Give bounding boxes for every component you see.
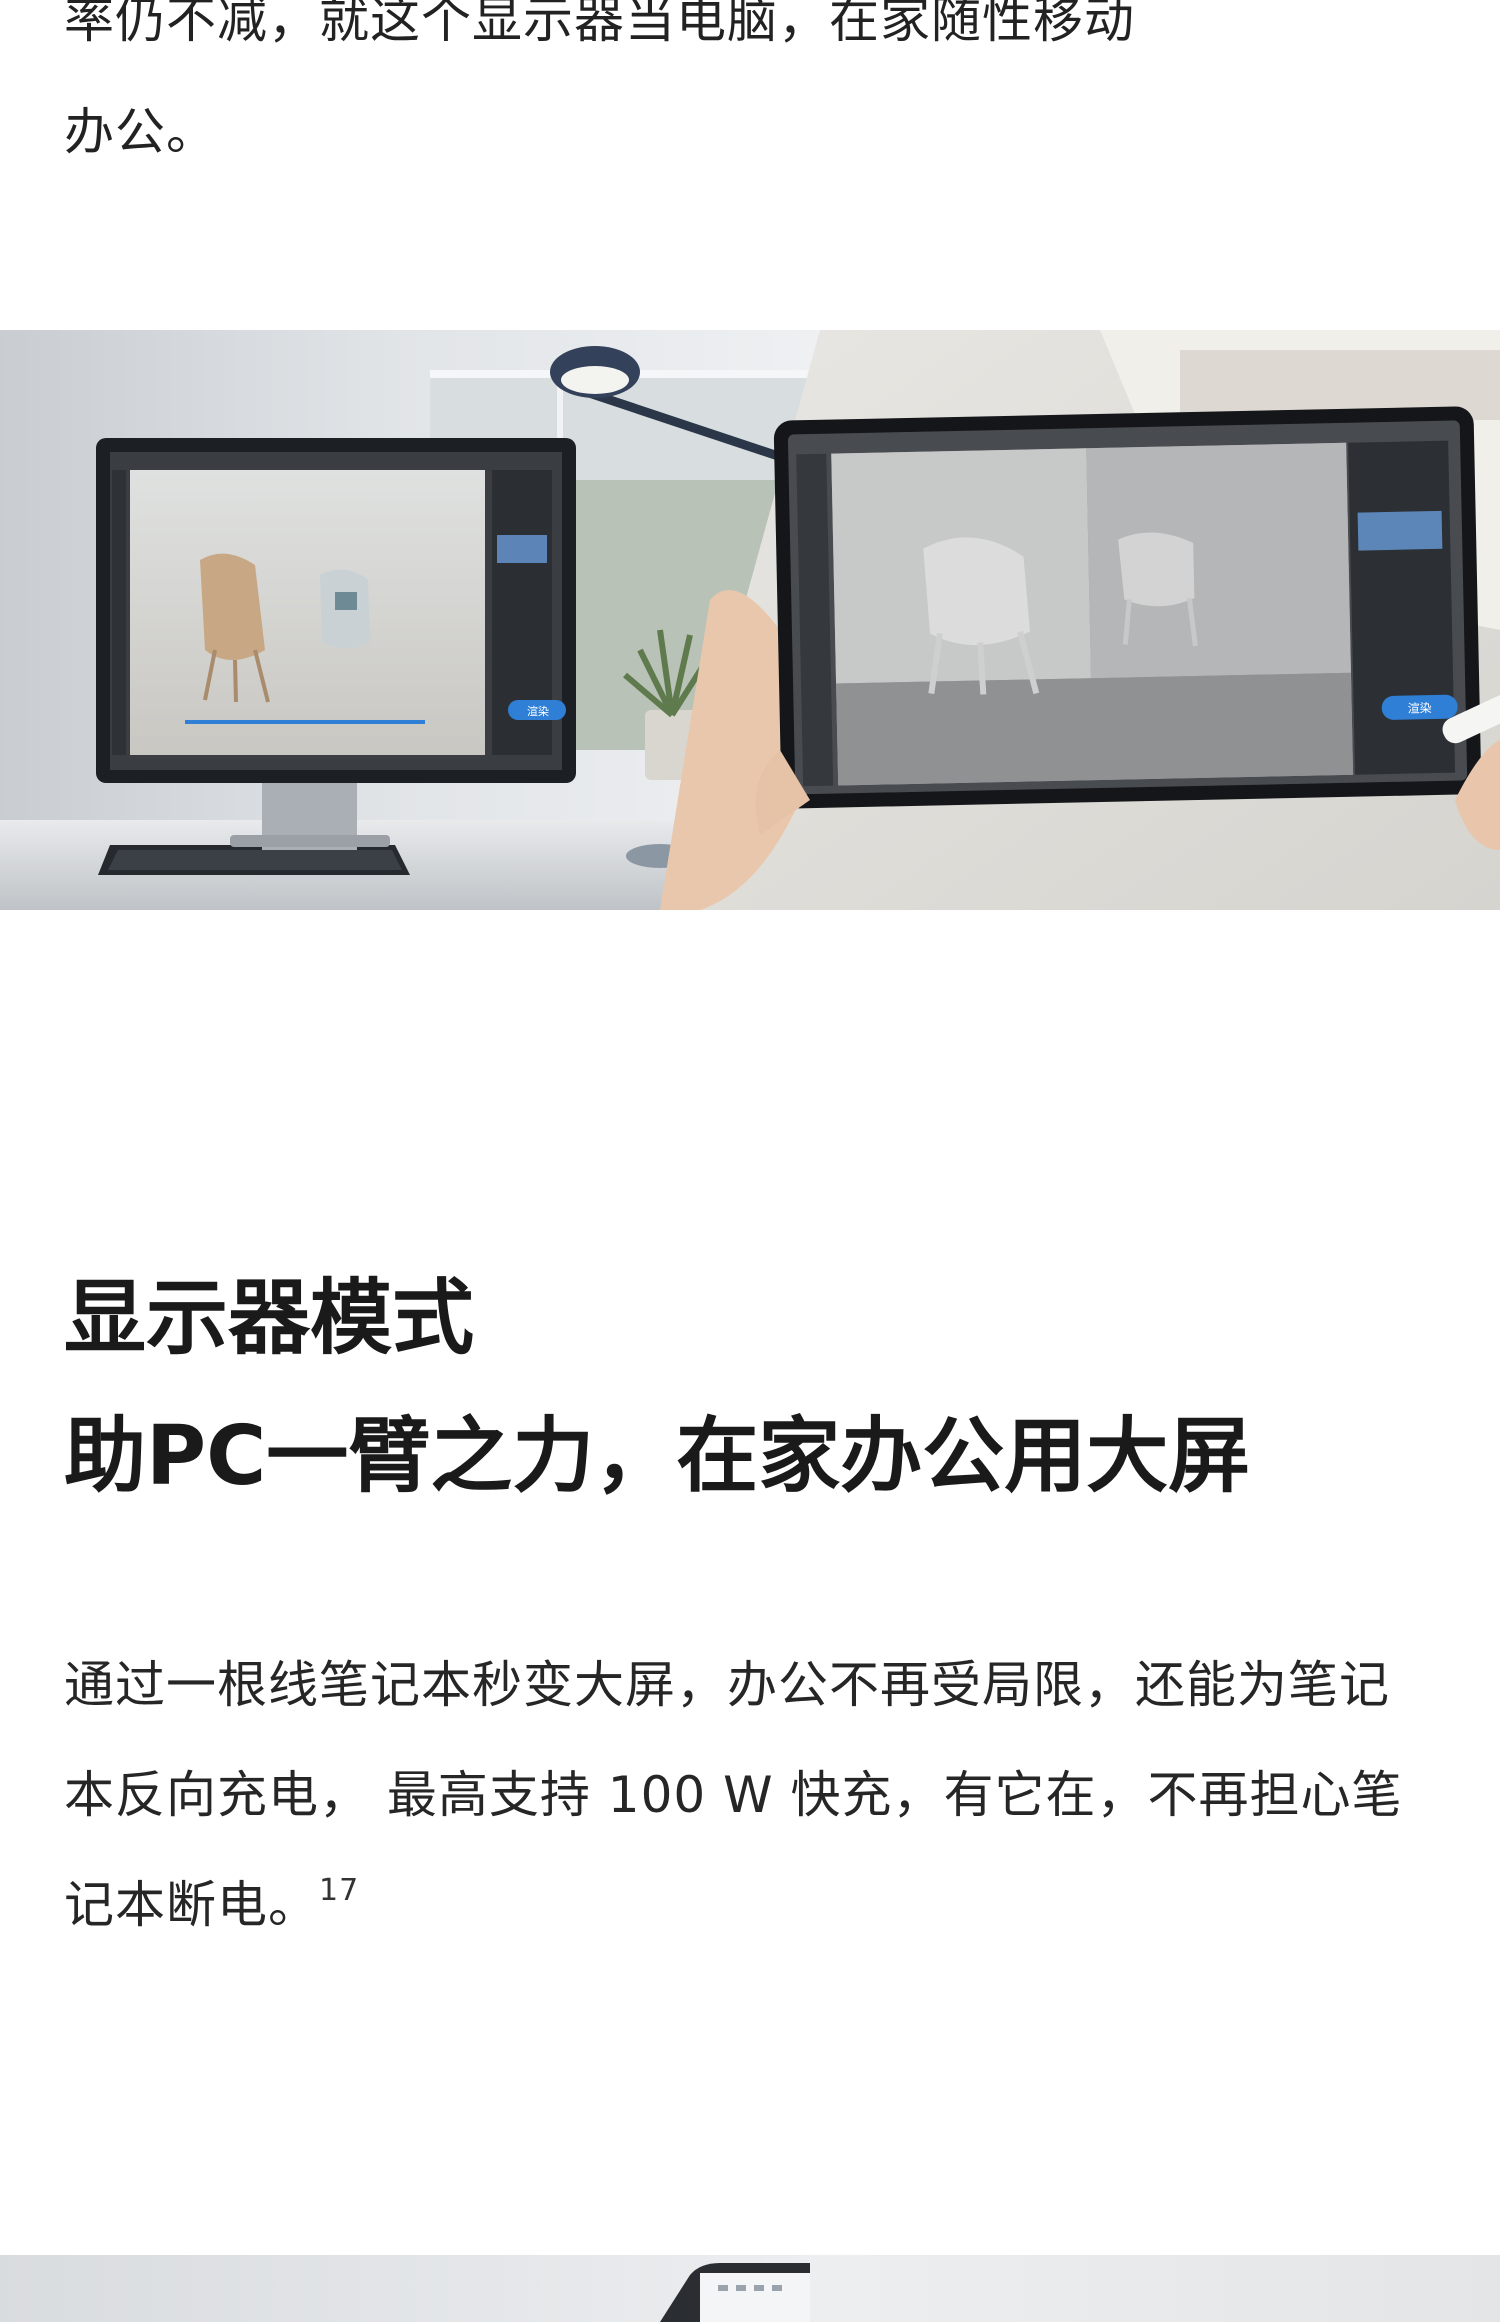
section-body-text: 通过一根线笔记本秒变大屏，办公不再受局限，还能为笔记本反向充电， 最高支持 10… <box>64 1656 1403 1934</box>
hero-illustration: 渲染 渲染 <box>0 330 1500 910</box>
section-body: 通过一根线笔记本秒变大屏，办公不再受局限，还能为笔记本反向充电， 最高支持 10… <box>64 1630 1434 1960</box>
section-title-line-1: 显示器模式 <box>64 1271 475 1366</box>
section-title: 显示器模式 助PC一臂之力，在家办公用大屏 <box>64 1250 1464 1526</box>
section-title-line-2: 助PC一臂之力，在家办公用大屏 <box>64 1409 1251 1504</box>
intro-tail: 办公。 <box>64 103 217 161</box>
monitor-render-button-label: 渲染 <box>527 704 549 718</box>
next-image-illustration <box>0 2255 1500 2322</box>
footnote-marker[interactable]: 17 <box>319 1873 359 1908</box>
tablet-render-button-label: 渲染 <box>1408 700 1432 715</box>
intro-paragraph: 率仍不减，就这个显示器当电脑，在家随性移动 办公。 <box>64 0 1444 188</box>
intro-partial-line: 率仍不减，就这个显示器当电脑，在家随性移动 <box>64 0 1135 49</box>
product-hero-image: 渲染 渲染 <box>0 330 1500 910</box>
next-product-image <box>0 2255 1500 2322</box>
